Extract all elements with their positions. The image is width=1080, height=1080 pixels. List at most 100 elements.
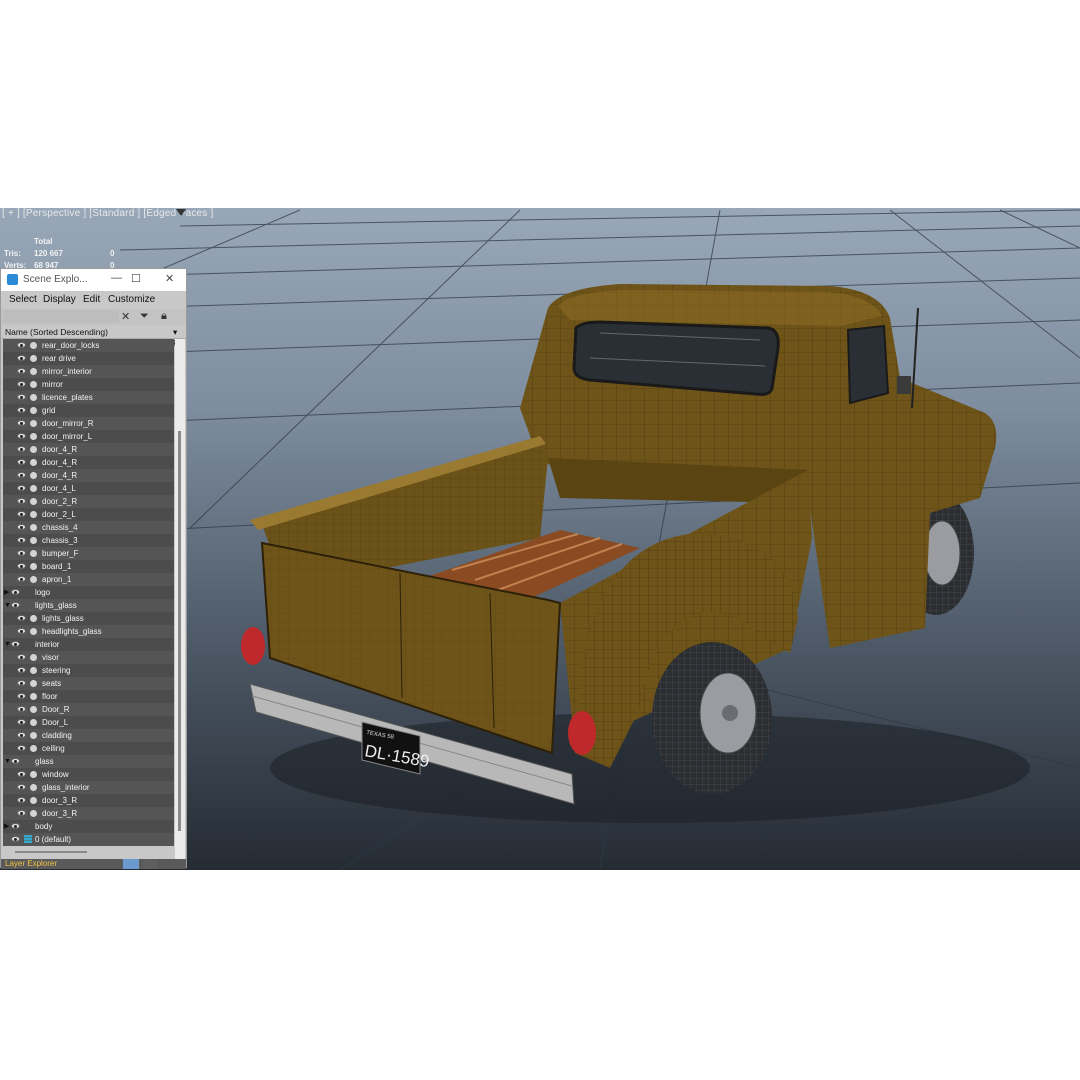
eye-icon[interactable] <box>17 797 26 803</box>
eye-icon[interactable] <box>17 524 26 530</box>
eye-icon[interactable] <box>17 576 26 582</box>
eye-icon[interactable] <box>11 836 20 842</box>
tree-row[interactable]: chassis_4 <box>3 521 174 534</box>
title-bar[interactable]: Scene Explo... — ☐ ✕ <box>1 269 186 291</box>
tree-row[interactable]: door_mirror_R <box>3 417 174 430</box>
tree-row[interactable]: door_mirror_L <box>3 430 174 443</box>
eye-icon[interactable] <box>17 628 26 634</box>
eye-icon[interactable] <box>17 368 26 374</box>
menu-edit[interactable]: Edit <box>83 294 100 305</box>
lock-icon[interactable]: 🔒︎ <box>161 310 167 323</box>
tree-row[interactable]: door_4_L <box>3 482 174 495</box>
filter-icon[interactable]: ⏷ <box>140 310 149 323</box>
tree-row[interactable]: door_4_R <box>3 443 174 456</box>
tree-row[interactable]: door_3_R <box>3 794 174 807</box>
tree-row[interactable]: grid <box>3 404 174 417</box>
eye-icon[interactable] <box>17 771 26 777</box>
eye-icon[interactable] <box>17 667 26 673</box>
eye-icon[interactable] <box>17 563 26 569</box>
eye-icon[interactable] <box>17 810 26 816</box>
vertical-scrollbar[interactable] <box>175 339 185 859</box>
tree-row[interactable]: 0 (default) <box>3 833 174 846</box>
column-name[interactable]: Name (Sorted Descending) <box>5 327 108 337</box>
eye-icon[interactable] <box>17 693 26 699</box>
eye-icon[interactable] <box>17 420 26 426</box>
menu-select[interactable]: Select <box>9 294 37 305</box>
eye-icon[interactable] <box>17 784 26 790</box>
tree-row[interactable]: door_4_R <box>3 469 174 482</box>
tree-row[interactable]: chassis_3 <box>3 534 174 547</box>
scene-explorer-button[interactable] <box>143 859 157 869</box>
tree-row[interactable]: Door_L <box>3 716 174 729</box>
scene-tree[interactable]: rear_door_locks rear drive mirror_interior… <box>3 339 174 859</box>
eye-icon[interactable] <box>11 602 20 608</box>
scroll-thumb[interactable] <box>178 431 181 831</box>
tree-row[interactable]: visor <box>3 651 174 664</box>
tree-row[interactable]: door_3_R <box>3 807 174 820</box>
collapse-icon[interactable]: ▼ <box>4 638 11 651</box>
tree-row[interactable]: licence_plates <box>3 391 174 404</box>
collapse-icon[interactable]: ▼ <box>4 755 11 768</box>
eye-icon[interactable] <box>17 485 26 491</box>
tree-row[interactable]: ▼ lights_glass <box>3 599 174 612</box>
expand-icon[interactable]: ▶ <box>4 586 9 599</box>
tree-row[interactable]: mirror_interior <box>3 365 174 378</box>
clear-icon[interactable]: ✕ <box>121 310 130 323</box>
eye-icon[interactable] <box>17 433 26 439</box>
eye-icon[interactable] <box>17 615 26 621</box>
tree-row[interactable]: ▶ logo <box>3 586 174 599</box>
tree-row[interactable]: steering <box>3 664 174 677</box>
eye-icon[interactable] <box>11 641 20 647</box>
eye-icon[interactable] <box>17 472 26 478</box>
tree-row[interactable]: headlights_glass <box>3 625 174 638</box>
tree-row[interactable]: door_4_R <box>3 456 174 469</box>
tree-row[interactable]: rear drive <box>3 352 174 365</box>
tree-row[interactable]: ▶ body <box>3 820 174 833</box>
tree-row[interactable]: mirror <box>3 378 174 391</box>
tree-row[interactable]: door_2_R <box>3 495 174 508</box>
tree-row[interactable]: rear_door_locks <box>3 339 174 352</box>
collapse-icon[interactable]: ▼ <box>4 599 11 612</box>
eye-icon[interactable] <box>11 823 20 829</box>
tree-row[interactable]: ▼ interior <box>3 638 174 651</box>
column-header[interactable]: Name (Sorted Descending) ▾ F... <box>1 326 186 348</box>
eye-icon[interactable] <box>17 680 26 686</box>
expand-icon[interactable]: ▶ <box>4 820 9 833</box>
tree-row[interactable]: window <box>3 768 174 781</box>
tree-row[interactable]: Door_R <box>3 703 174 716</box>
tree-row[interactable]: board_1 <box>3 560 174 573</box>
search-input[interactable] <box>3 310 119 323</box>
eye-icon[interactable] <box>17 394 26 400</box>
eye-icon[interactable] <box>17 550 26 556</box>
layer-explorer-label[interactable]: Layer Explorer <box>5 859 57 869</box>
eye-icon[interactable] <box>17 459 26 465</box>
maximize-icon[interactable]: ☐ <box>131 272 141 285</box>
eye-icon[interactable] <box>17 719 26 725</box>
eye-icon[interactable] <box>17 537 26 543</box>
tree-row[interactable]: glass_interior <box>3 781 174 794</box>
tree-row[interactable]: seats <box>3 677 174 690</box>
tree-row[interactable]: apron_1 <box>3 573 174 586</box>
tree-row[interactable]: floor <box>3 690 174 703</box>
tree-row[interactable]: bumper_F <box>3 547 174 560</box>
eye-icon[interactable] <box>17 654 26 660</box>
layer-explorer-button[interactable] <box>123 859 139 869</box>
eye-icon[interactable] <box>17 498 26 504</box>
eye-icon[interactable] <box>11 758 20 764</box>
menu-customize[interactable]: Customize <box>108 294 155 305</box>
eye-icon[interactable] <box>17 407 26 413</box>
close-icon[interactable]: ✕ <box>165 272 174 285</box>
tree-row[interactable]: ceiling <box>3 742 174 755</box>
eye-icon[interactable] <box>17 381 26 387</box>
menu-display[interactable]: Display <box>43 294 76 305</box>
scene-explorer-window[interactable]: Scene Explo... — ☐ ✕ Select Display Edit… <box>0 268 187 869</box>
eye-icon[interactable] <box>17 732 26 738</box>
horizontal-scroll-thumb[interactable] <box>15 851 87 853</box>
eye-icon[interactable] <box>17 355 26 361</box>
minimize-icon[interactable]: — <box>111 272 122 284</box>
tree-row[interactable]: lights_glass <box>3 612 174 625</box>
eye-icon[interactable] <box>17 446 26 452</box>
filter-icon[interactable] <box>176 209 186 216</box>
tree-row[interactable]: door_2_L <box>3 508 174 521</box>
eye-icon[interactable] <box>17 342 26 348</box>
